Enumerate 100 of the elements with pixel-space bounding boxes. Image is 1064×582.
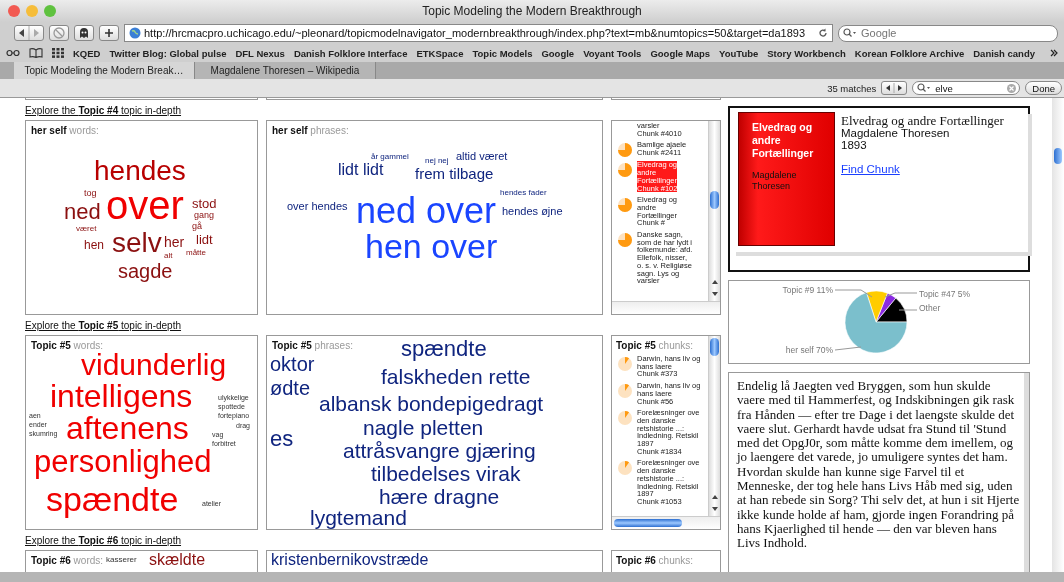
horizontal-scrollbar[interactable] bbox=[612, 516, 720, 529]
reload-icon[interactable] bbox=[818, 28, 828, 38]
cloud-word[interactable]: vidunderlig bbox=[81, 350, 227, 380]
cloud-word[interactable]: intelligens bbox=[50, 380, 193, 412]
book-author: Magdalene Thoresen bbox=[841, 127, 950, 139]
bookmark-link[interactable]: Twitter Blog: Global pulse bbox=[109, 47, 227, 59]
bookmark-link[interactable]: ETKSpace bbox=[416, 47, 464, 59]
cloud-word[interactable]: hendes bbox=[94, 157, 186, 185]
cloud-phrase[interactable]: oktor bbox=[270, 354, 315, 374]
panel-title: Topic #5 phrases: bbox=[272, 340, 353, 351]
bookmark-link[interactable]: Danish candy bbox=[973, 47, 1035, 59]
globe-icon bbox=[129, 27, 141, 39]
cloud-phrase[interactable]: kristenbernikovstræde bbox=[271, 552, 429, 568]
cloud-word[interactable]: alt bbox=[164, 252, 173, 260]
scroll-thumb[interactable] bbox=[614, 519, 682, 527]
explore-topic-link[interactable]: Explore the Topic #6 topic in-depth bbox=[25, 534, 182, 548]
scroll-down-icon[interactable] bbox=[710, 505, 719, 513]
cloud-word[interactable]: været bbox=[76, 225, 97, 233]
bookmark-link[interactable]: KQED bbox=[73, 47, 101, 59]
address-field[interactable]: http://hrcmacpro.uchicago.edu/~pleonard/topicmodelnavigator_modernbreakthrough/index.php?text=mb&numtopics=50&target=da1893 bbox=[124, 24, 833, 42]
cloud-word[interactable]: sagde bbox=[118, 261, 173, 281]
pie-slice[interactable] bbox=[844, 292, 908, 354]
page-scrollbar[interactable] bbox=[1052, 98, 1064, 572]
horizontal-scrollbar[interactable] bbox=[612, 301, 720, 314]
bookmark-link[interactable]: Voyant Tools bbox=[583, 47, 642, 59]
previous-next-buttons[interactable] bbox=[881, 81, 908, 95]
cloud-word[interactable]: gang bbox=[194, 211, 215, 220]
add-bookmark-button[interactable] bbox=[99, 25, 119, 41]
cloud-phrase[interactable]: frem tilbage bbox=[415, 166, 494, 181]
book-icon[interactable] bbox=[29, 48, 43, 58]
bookmark-link[interactable]: DFL Nexus bbox=[235, 47, 285, 59]
scrollbar[interactable] bbox=[708, 121, 720, 302]
browser-tab[interactable]: Magdalene Thoresen – Wikipedia bbox=[195, 62, 376, 79]
cloud-word[interactable]: personlighed bbox=[34, 446, 212, 477]
cloud-word[interactable]: hen bbox=[84, 239, 105, 251]
scroll-down-icon[interactable] bbox=[710, 290, 719, 298]
cloud-phrase[interactable]: altid været bbox=[456, 151, 508, 162]
cloud-word[interactable]: kasserer bbox=[106, 556, 137, 564]
cloud-word[interactable]: gå bbox=[192, 222, 202, 231]
scroll-thumb[interactable] bbox=[710, 338, 719, 356]
cloud-word[interactable]: her bbox=[164, 235, 185, 249]
close-icon[interactable] bbox=[8, 5, 20, 17]
grid-icon[interactable] bbox=[52, 48, 64, 58]
cover-author: Magdalene Thoresen bbox=[752, 170, 798, 192]
cloud-phrase[interactable]: spændte bbox=[401, 338, 487, 360]
cloud-phrase[interactable]: hære dragne bbox=[379, 486, 500, 507]
scroll-up-icon[interactable] bbox=[710, 278, 719, 286]
back-forward-buttons[interactable] bbox=[14, 25, 44, 41]
cloud-phrase[interactable]: hendes øjne bbox=[502, 206, 563, 217]
scroll-thumb[interactable] bbox=[710, 191, 719, 209]
explore-topic-link[interactable]: Explore the Topic #4 topic in-depth bbox=[25, 104, 182, 118]
cloud-word[interactable]: tog bbox=[84, 189, 97, 198]
bookmark-link[interactable]: YouTube bbox=[719, 47, 759, 59]
cloud-phrase[interactable]: år gammel bbox=[371, 153, 409, 161]
cloud-word[interactable]: over bbox=[106, 185, 184, 225]
bookmark-link[interactable]: Google Maps bbox=[650, 47, 711, 59]
cloud-phrase[interactable]: hen over bbox=[365, 229, 498, 263]
search-field[interactable]: Google bbox=[838, 24, 1058, 42]
cloud-phrase[interactable]: attråsvangre gjæring bbox=[343, 440, 536, 461]
more-bookmarks-icon[interactable] bbox=[1050, 49, 1058, 57]
cloud-phrase[interactable]: lidt lidt bbox=[338, 162, 384, 178]
cloud-word[interactable]: spændte bbox=[46, 482, 179, 516]
cloud-word[interactable]: aftenens bbox=[66, 412, 189, 444]
search-icon bbox=[843, 28, 857, 38]
cloud-phrase[interactable]: tilbedelses virak bbox=[371, 463, 521, 484]
cloud-phrase[interactable]: nagle pletten bbox=[363, 417, 484, 438]
scroll-up-icon[interactable] bbox=[710, 493, 719, 501]
search-icon bbox=[917, 83, 932, 93]
find-chunk-link[interactable]: Find Chunk bbox=[841, 163, 900, 175]
glasses-icon[interactable] bbox=[6, 48, 20, 58]
cloud-word[interactable]: ned bbox=[64, 201, 101, 223]
stop-button[interactable] bbox=[49, 25, 69, 41]
cloud-phrase[interactable]: es bbox=[270, 428, 294, 450]
browser-tab[interactable]: Topic Modeling the Modern Break… bbox=[14, 62, 195, 79]
scrollbar[interactable] bbox=[708, 336, 720, 517]
bookmark-link[interactable]: Topic Models bbox=[472, 47, 533, 59]
cloud-phrase[interactable]: falskheden rette bbox=[381, 366, 531, 387]
panel-title: her self phrases: bbox=[272, 125, 349, 136]
done-button[interactable]: Done bbox=[1025, 81, 1062, 95]
cloud-phrase[interactable]: hendes fader bbox=[500, 189, 547, 197]
bookmark-link[interactable]: Korean Folklore Archive bbox=[854, 47, 965, 59]
cloud-phrase[interactable]: lygtemand bbox=[310, 507, 407, 528]
cloud-word[interactable]: lidt bbox=[196, 233, 213, 246]
cloud-word[interactable]: skældte bbox=[149, 552, 206, 568]
cloud-word[interactable]: selv bbox=[112, 229, 162, 257]
cloud-phrase[interactable]: ned over bbox=[356, 193, 497, 229]
pie-slice[interactable] bbox=[866, 290, 888, 323]
cloud-word[interactable]: stod bbox=[192, 197, 217, 210]
ghost-button[interactable] bbox=[74, 25, 94, 41]
find-field[interactable]: elve bbox=[912, 81, 1021, 95]
cloud-word[interactable]: måtte bbox=[186, 249, 206, 257]
bookmark-link[interactable]: Google bbox=[541, 47, 575, 59]
explore-topic-link[interactable]: Explore the Topic #5 topic in-depth bbox=[25, 319, 182, 333]
bookmark-link[interactable]: Story Workbench bbox=[767, 47, 846, 59]
cloud-phrase[interactable]: albansk bondepigedragt bbox=[319, 393, 544, 414]
scroll-thumb[interactable] bbox=[1054, 148, 1062, 164]
cloud-phrase[interactable]: nej nej bbox=[425, 157, 449, 165]
cloud-phrase[interactable]: ødte bbox=[270, 378, 311, 398]
bookmark-link[interactable]: Danish Folklore Interface bbox=[293, 47, 408, 59]
cloud-phrase[interactable]: over hendes bbox=[287, 201, 348, 212]
